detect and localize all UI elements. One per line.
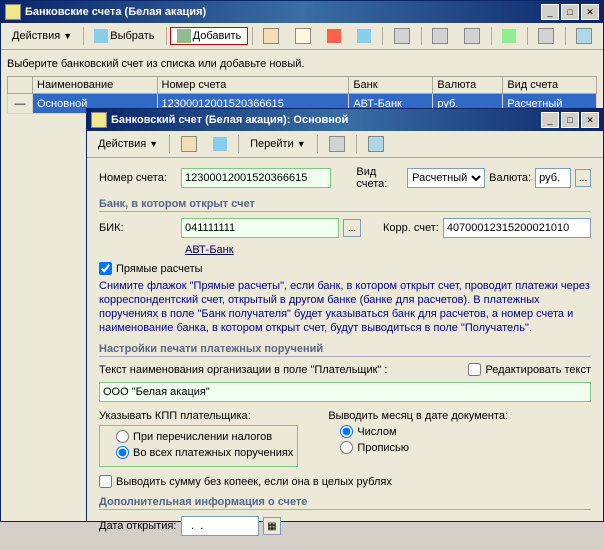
toolbar-help[interactable]	[569, 26, 599, 46]
app-icon	[5, 4, 21, 20]
toolbar-copy[interactable]	[256, 26, 286, 46]
arrow-icon	[213, 137, 227, 151]
question-icon	[368, 136, 384, 152]
sort-icon	[394, 28, 410, 44]
add-button[interactable]: Добавить	[170, 27, 249, 45]
section-extra: Дополнительная информация о счете	[99, 496, 591, 510]
corr-input[interactable]	[443, 218, 591, 238]
col-number[interactable]: Номер счета	[157, 77, 349, 94]
bik-picker[interactable]: ...	[343, 219, 361, 237]
label-payer-text: Текст наименования организации в поле "П…	[99, 364, 464, 376]
select-button[interactable]: Выбрать	[87, 27, 161, 45]
label-acct-type: Вид счета:	[356, 166, 403, 190]
label-edit-text: Редактировать текст	[485, 364, 591, 376]
direct-checkbox[interactable]	[99, 262, 112, 275]
currency-picker[interactable]: ...	[575, 169, 591, 187]
toolbar-sort[interactable]	[387, 26, 417, 46]
help-icon	[576, 28, 592, 44]
radio-word[interactable]	[340, 441, 353, 454]
bik-input[interactable]	[181, 218, 339, 238]
payer-text-input[interactable]	[99, 382, 591, 402]
main-titlebar[interactable]: Банковские счета (Белая акация) _ □ ✕	[1, 1, 603, 23]
label-kpp: Указывать КПП плательщика:	[99, 410, 298, 422]
child-maximize[interactable]: □	[561, 112, 579, 128]
child-window: Банковский счет (Белая акация): Основной…	[86, 108, 604, 522]
child-actions-menu[interactable]: Действия▼	[91, 136, 165, 152]
toolbar-move[interactable]	[350, 27, 378, 45]
date-picker-button[interactable]: ▦	[263, 517, 281, 535]
col-name[interactable]: Наименование	[33, 77, 158, 94]
edit-text-checkbox[interactable]	[468, 363, 481, 376]
hint-text: Выберите банковский счет из списка или д…	[7, 58, 597, 70]
delete-icon	[327, 29, 341, 43]
goto-menu[interactable]: Перейти▼	[243, 136, 313, 152]
maximize-button[interactable]: □	[561, 4, 579, 20]
child-gear[interactable]	[322, 134, 352, 154]
label-corr: Корр. счет:	[383, 222, 439, 234]
help-text: Снимите флажок "Прямые расчеты", если ба…	[99, 279, 591, 335]
plus-icon	[177, 29, 191, 43]
col-type[interactable]: Вид счета	[503, 77, 597, 94]
no-kopecks-checkbox[interactable]	[99, 475, 112, 488]
select-icon	[94, 29, 108, 43]
col-marker[interactable]	[8, 77, 33, 94]
copy-icon	[263, 28, 279, 44]
gear-icon	[329, 136, 345, 152]
edit-icon	[295, 28, 311, 44]
refresh-icon	[502, 29, 516, 43]
form-icon	[91, 112, 107, 128]
label-month: Выводить месяц в дате документа:	[328, 410, 508, 422]
open-date-input[interactable]	[181, 516, 259, 536]
settings-icon	[538, 28, 554, 44]
main-title: Банковские счета (Белая акация)	[25, 6, 541, 18]
label-direct: Прямые расчеты	[116, 263, 203, 275]
radio-number[interactable]	[340, 425, 353, 438]
col-currency[interactable]: Валюта	[433, 77, 503, 94]
filter-off-icon	[464, 28, 480, 44]
minimize-button[interactable]: _	[541, 4, 559, 20]
child-minimize[interactable]: _	[541, 112, 559, 128]
toolbar-filter[interactable]	[425, 26, 455, 46]
section-print: Настройки печати платежных поручений	[99, 343, 591, 357]
radio-tax[interactable]	[116, 430, 129, 443]
col-bank[interactable]: Банк	[349, 77, 433, 94]
child-title: Банковский счет (Белая акация): Основной	[111, 114, 541, 126]
save-icon	[181, 136, 197, 152]
toolbar-filter-off[interactable]	[457, 26, 487, 46]
acct-type-select[interactable]: Расчетный	[407, 168, 485, 188]
label-no-kop: Выводить сумму без копеек, если она в це…	[116, 476, 392, 488]
close-button[interactable]: ✕	[581, 4, 599, 20]
row-marker: —	[8, 94, 33, 114]
acct-no-input[interactable]	[181, 168, 331, 188]
label-currency: Валюта:	[489, 172, 531, 184]
toolbar-delete[interactable]	[320, 27, 348, 45]
toolbar-edit[interactable]	[288, 26, 318, 46]
currency-input[interactable]	[535, 168, 571, 188]
toolbar-refresh[interactable]	[495, 27, 523, 45]
filter-icon	[432, 28, 448, 44]
actions-menu[interactable]: Действия▼	[5, 28, 79, 44]
child-help[interactable]	[361, 134, 391, 154]
child-toolbar: Действия▼ Перейти▼	[87, 131, 603, 158]
section-bank: Банк, в котором открыт счет	[99, 198, 591, 212]
label-acct-no: Номер счета:	[99, 172, 177, 184]
child-sel[interactable]	[206, 135, 234, 153]
main-toolbar: Действия▼ Выбрать Добавить	[1, 23, 603, 50]
radio-all[interactable]	[116, 446, 129, 459]
move-icon	[357, 29, 371, 43]
toolbar-settings[interactable]	[531, 26, 561, 46]
bank-link[interactable]: АВТ-Банк	[185, 244, 234, 256]
child-titlebar[interactable]: Банковский счет (Белая акация): Основной…	[87, 109, 603, 131]
child-save[interactable]	[174, 134, 204, 154]
label-bik: БИК:	[99, 222, 177, 234]
child-close[interactable]: ✕	[581, 112, 599, 128]
